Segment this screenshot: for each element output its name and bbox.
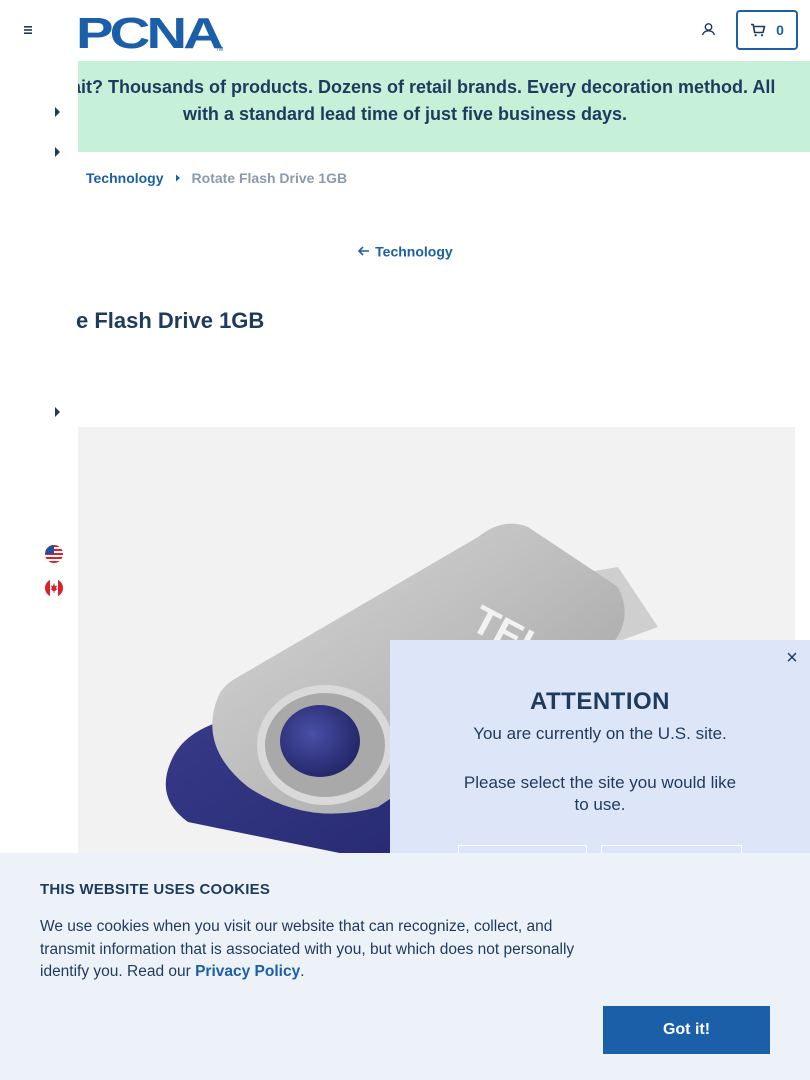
close-icon[interactable]: × [782,648,802,668]
menu-button[interactable] [16,18,40,42]
caret-right-icon [175,174,180,182]
promo-banner: Wait? Thousands of products. Dozens of r… [0,61,810,152]
promo-line-2: with a standard lead time of just five b… [182,104,628,124]
cart-count: 0 [776,22,784,38]
modal-current-site-text: You are currently on the U.S. site. [473,724,727,743]
user-icon [701,23,716,36]
caret-right-icon[interactable] [52,106,62,118]
cookie-text: We use cookies when you visit our websit… [40,918,575,980]
accept-cookies-button[interactable]: Got it! [603,1006,770,1054]
promo-line-1: Wait? Thousands of products. Dozens of r… [54,77,776,97]
caret-right-icon[interactable] [52,406,62,418]
cart-button[interactable]: 0 [736,10,798,50]
site-header: PCNA TM 0 [0,0,810,61]
modal-select-text: Please select the site you would like to… [463,773,737,814]
cart-icon [751,23,766,37]
cookie-title: THIS WEBSITE USES COOKIES [40,881,271,898]
caret-right-icon[interactable] [52,146,62,158]
pcna-logo[interactable]: PCNA TM [76,10,224,52]
account-button[interactable] [696,18,720,42]
breadcrumb: Technology Rotate Flash Drive 1GB [86,170,347,186]
modal-title: ATTENTION [529,688,671,715]
left-rail [0,61,78,853]
back-to-technology-link[interactable]: Technology [0,242,810,259]
back-link-label: Technology [375,243,453,260]
cookie-banner: THIS WEBSITE USES COOKIES We use cookies… [0,853,810,1080]
privacy-policy-link[interactable]: Privacy Policy [195,963,300,980]
hamburger-icon [24,26,32,34]
region-select-modal: × ATTENTION You are currently on the U.S… [390,640,810,885]
breadcrumb-technology[interactable]: Technology [86,170,164,186]
us-flag-icon[interactable] [45,545,63,563]
canada-flag-icon[interactable] [45,579,63,597]
svg-text:TM: TM [216,47,223,52]
product-title: e Flash Drive 1GB [76,308,265,333]
arrow-left-icon [358,246,370,256]
breadcrumb-current: Rotate Flash Drive 1GB [191,170,348,186]
svg-text:PCNA: PCNA [76,10,223,52]
